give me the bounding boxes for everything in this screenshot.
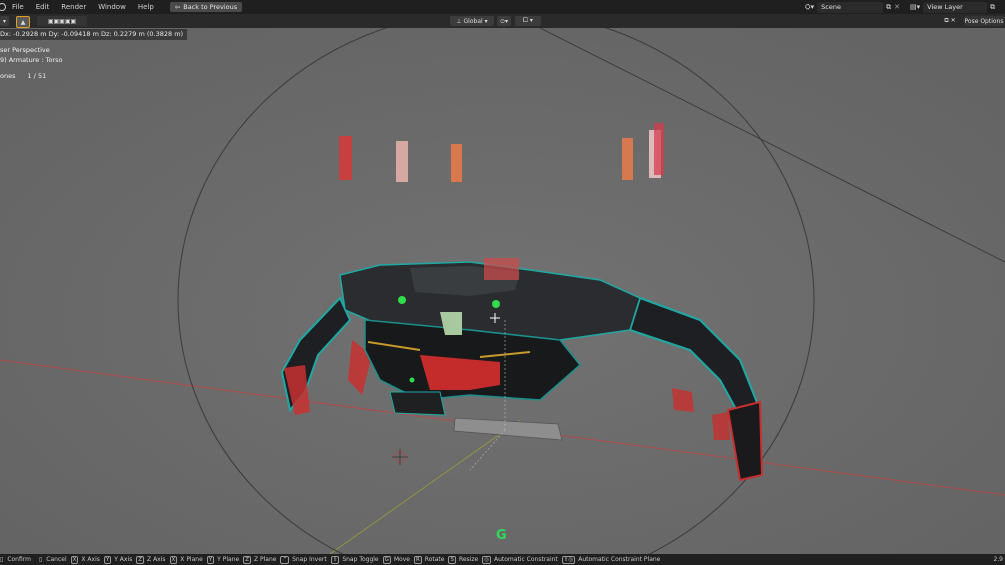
scene-selector: ⛭▾ Scene ⧉ ✕ [805,1,900,13]
torso-bone[interactable] [484,258,519,280]
status-move: Move [393,556,410,563]
eye-light-center [492,300,500,308]
select-tool-icon[interactable]: ▲ [16,16,30,28]
menu-render[interactable]: Render [55,0,92,14]
status-confirm: Confirm [7,556,31,563]
orientation-value: Global [463,17,483,25]
bones-stat: ones 1 / 51 [0,72,46,81]
bone-target-2[interactable] [396,141,408,182]
version-text: 2.9 [993,556,1003,563]
scene-name-field[interactable]: Scene [817,1,884,13]
key-r: R [413,555,422,564]
view-layer-name-field[interactable]: View Layer [923,1,988,13]
view-layer-selector: ▤▾ View Layer ⧉ [910,1,995,13]
mouse-right-icon: ▯ [38,556,43,563]
bones-count: 1 / 51 [27,72,47,80]
status-resize: Resize [458,556,479,563]
key-s: S [448,555,456,564]
new-view-layer-icon[interactable]: ⧉ [990,3,995,12]
3d-viewport[interactable] [0,28,1005,554]
key-g: G [382,555,391,564]
status-bar: ▯ Confirm ▯ Cancel XX Axis YY Axis ZZ Ax… [0,554,1005,565]
key-z: Z [136,555,145,564]
scene-icon[interactable]: ⛭▾ [805,3,814,12]
menu-edit[interactable]: Edit [30,0,56,14]
snap-dropdown[interactable]: ⧠ ▾ [515,16,541,26]
key-ctrl-icon: ⌃ [280,555,290,564]
object-name-text: 9) Armature : Torso [0,56,63,64]
status-x-axis: X Axis [81,556,100,563]
new-scene-icon[interactable]: ⧉ [886,3,891,12]
grab-key-overlay: G [496,528,507,543]
key-x: X [70,555,79,564]
status-rotate: Rotate [424,556,445,563]
status-x-plane: X Plane [180,556,203,563]
key-shift-icon: ⇧ [330,555,340,564]
menu-file[interactable]: File [6,0,30,14]
status-z-plane: Z Plane [253,556,277,563]
transform-orientation-dropdown[interactable]: ⊥ Global ▾ [450,16,494,26]
delete-scene-icon[interactable]: ✕ [894,3,900,11]
key-y: Y [103,555,112,564]
menu-help[interactable]: Help [132,0,160,14]
status-cancel: Cancel [46,556,67,563]
viewport-header: ▾ ▲ ▣▣▣▣▣ ⊥ Global ▾ ⊙▾ ⧠ ▾ ⧉ ✕ Pose Opt… [0,14,1005,28]
key-shift-z: Z [243,555,251,564]
key-shift-mouse-icon: ⇧◎ [561,555,576,564]
bone-target-3[interactable] [451,144,462,182]
mouse-middle-icon: ◎ [482,555,491,564]
top-menu-bar: File Edit Render Window Help ⇦ Back to P… [0,0,1005,14]
back-to-previous-label: Back to Previous [183,3,238,11]
menu-window[interactable]: Window [92,0,132,14]
pose-options-button[interactable]: Pose Options [964,16,1004,26]
right-mid-foot[interactable] [712,412,730,440]
status-y-axis: Y Axis [114,556,133,563]
toggle-icons[interactable]: ⧉ ✕ [940,16,960,26]
status-z-axis: Z Axis [147,556,166,563]
status-auto-constraint-plane: Automatic Constraint Plane [578,556,661,563]
bones-label: ones [0,72,16,80]
orientation-icon: ⊥ [456,17,464,25]
status-snap-invert: Snap Invert [292,556,327,563]
status-y-plane: Y Plane [217,556,240,563]
back-to-previous-button[interactable]: ⇦ Back to Previous [169,2,243,12]
status-snap-toggle: Snap Toggle [342,556,379,563]
eye-light-lower [409,377,415,383]
bone-target-1[interactable] [339,136,352,180]
key-shift-y: Y [206,555,215,564]
status-auto-constraint: Automatic Constraint [494,556,558,563]
chevron-down-icon: ▾ [482,17,488,25]
bone-target-4[interactable] [622,138,633,180]
operator-info-text: Dx: -0.2928 m Dy: -0.09418 m Dz: 0.2279 … [0,29,188,40]
viewport-scene [0,28,1005,554]
mode-dropdown[interactable]: ▾ [0,16,9,26]
bone-target-6[interactable] [654,123,664,175]
back-icon: ⇦ [174,3,181,11]
pivot-point-dropdown[interactable]: ⊙▾ [497,16,511,26]
view-name-text: ser Perspective [0,46,50,54]
eye-light-left [398,296,406,304]
mouse-left-icon: ▯ [0,556,4,563]
key-shift-x: X [169,555,178,564]
selection-mode-icons[interactable]: ▣▣▣▣▣ [37,16,87,26]
underside [389,391,446,416]
view-layer-icon[interactable]: ▤▾ [910,3,920,11]
